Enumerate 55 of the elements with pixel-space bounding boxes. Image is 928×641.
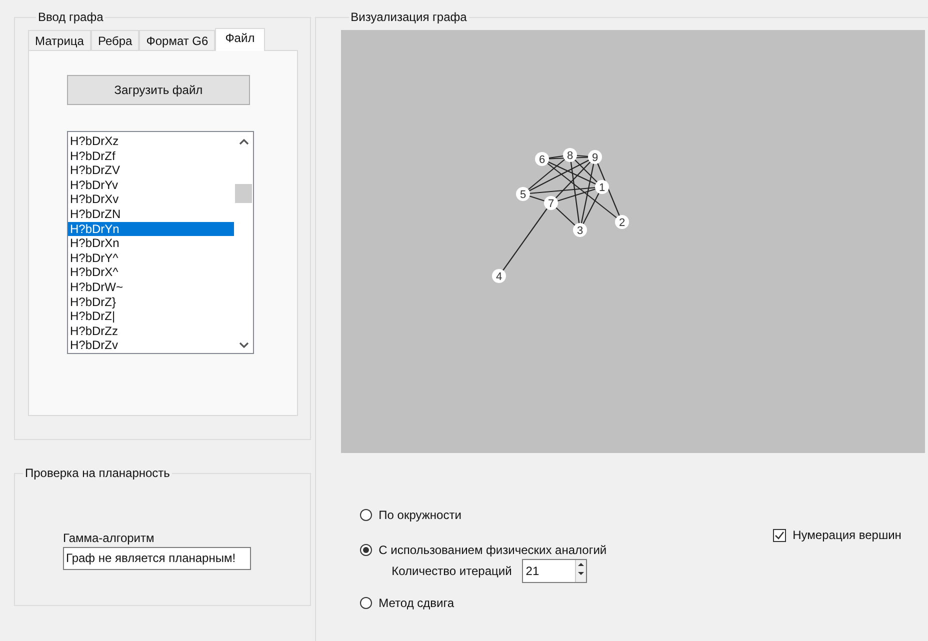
radio-option[interactable]: Метод сдвига	[360, 595, 760, 611]
checkbox-option[interactable]: Нумерация вершин	[772, 527, 902, 543]
scroll-down-icon[interactable]	[238, 341, 248, 349]
list-item[interactable]: H?bDrZ|	[68, 309, 234, 324]
list-item[interactable]: H?bDrXn	[68, 236, 234, 251]
graph-node: 4	[492, 269, 506, 283]
graph-node: 7	[544, 196, 558, 210]
radio-option[interactable]: По окружности	[360, 507, 760, 523]
radio-label: По окружности	[378, 508, 462, 522]
list-item[interactable]: H?bDrY^	[68, 250, 234, 266]
radio-option[interactable]: С использованием физических аналогий	[360, 542, 760, 558]
graph-node: 5	[516, 187, 530, 201]
tab[interactable]: Формат G6	[139, 30, 216, 50]
list-item[interactable]: H?bDrXv	[68, 192, 234, 207]
list-item[interactable]: H?bDrW~	[68, 280, 234, 295]
checkbox-label: Нумерация вершин	[792, 528, 902, 542]
list-item[interactable]: H?bDrYv	[68, 178, 234, 192]
list-item[interactable]: H?bDrZf	[68, 148, 234, 164]
result-field: Граф не является планарным!	[63, 547, 251, 570]
graph-node: 9	[588, 150, 602, 164]
list-item[interactable]: H?bDrZN	[68, 206, 234, 222]
tab[interactable]: Ребра	[90, 30, 140, 50]
list-item[interactable]: H?bDrXz	[68, 134, 234, 149]
graph-node: 8	[562, 148, 577, 162]
list-item[interactable]: H?bDrZ}	[68, 294, 234, 310]
tab[interactable]: Файл	[215, 28, 265, 51]
radio-button[interactable]	[360, 509, 372, 521]
file-list[interactable]: H?bDrXz H?bDrZf H?bDrZV H?bDrYv H?bDrXv H?bDrZN H?bDrYn H?bDrXn H?bDrY^ H?bDrX^ H?bDrW~ H?bDrZ} H?bDrZ| H?bDrZz H?bDrZv	[67, 131, 254, 354]
iterations-label: Количество итераций	[392, 564, 512, 578]
graph-node: 2	[614, 215, 629, 229]
scroll-up-icon[interactable]	[238, 138, 248, 146]
algorithm-label: Гамма-алгоритм	[63, 531, 156, 545]
group-title: Проверка на планарность	[24, 466, 171, 480]
spin-up-icon[interactable]	[576, 560, 586, 569]
list-item[interactable]: H?bDrZz	[68, 324, 234, 338]
radio-button[interactable]	[360, 597, 372, 609]
checkbox[interactable]	[772, 528, 786, 542]
graph-node: 1	[594, 180, 609, 194]
radio-button[interactable]	[360, 544, 372, 556]
load-file-button[interactable]: Загрузить файл	[67, 75, 250, 105]
iterations-spinbox[interactable]: 21	[522, 559, 587, 583]
spin-value: 21	[524, 563, 540, 580]
list-item[interactable]: H?bDrZv	[68, 338, 234, 353]
spin-down-icon[interactable]	[576, 569, 586, 578]
list-item[interactable]: H?bDrZV	[68, 163, 234, 178]
list-item[interactable]: H?bDrX^	[68, 265, 234, 280]
tab[interactable]: Матрица	[28, 30, 91, 50]
graph-node: 6	[534, 152, 549, 166]
radio-label: С использованием физических аналогий	[378, 543, 607, 557]
scroll-thumb[interactable]	[235, 184, 252, 203]
group-title: Ввод графа	[37, 10, 104, 24]
radio-label: Метод сдвига	[378, 596, 454, 610]
list-item[interactable]: H?bDrYn	[68, 222, 234, 236]
graph-node: 3	[572, 223, 587, 237]
group-title: Визуализация графа	[350, 10, 468, 24]
